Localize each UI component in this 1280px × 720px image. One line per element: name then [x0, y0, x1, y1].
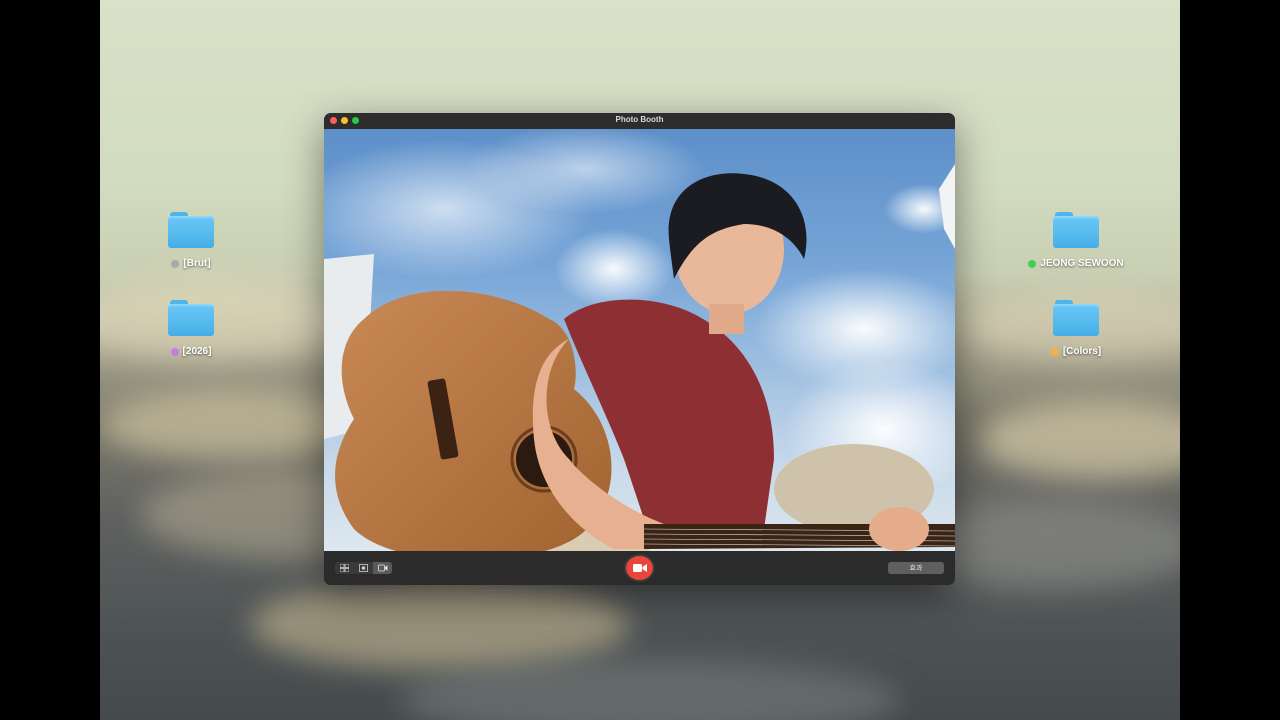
single-photo-icon[interactable] — [354, 562, 373, 574]
record-button[interactable] — [624, 554, 655, 582]
letterbox-left — [0, 0, 100, 720]
effects-button[interactable]: 효과 — [888, 562, 944, 574]
toolbar: 효과 — [324, 551, 955, 585]
video-icon[interactable] — [373, 562, 392, 574]
view-mode-selector — [335, 562, 392, 574]
folder-brut[interactable]: [Brut] — [121, 212, 261, 269]
tag-dot — [171, 259, 180, 268]
folder-2026[interactable]: [2026] — [121, 300, 261, 357]
folder-label: [Colors] — [1062, 346, 1102, 357]
folder-icon — [1053, 212, 1099, 248]
tag-dot — [170, 347, 179, 356]
folder-icon — [168, 300, 214, 336]
grid-view-icon[interactable] — [335, 562, 354, 574]
camera-viewfinder — [324, 129, 955, 551]
folder-colors[interactable]: [Colors] — [1006, 300, 1146, 357]
folder-jeong-sewoon[interactable]: JEONG SEWOON — [1006, 212, 1146, 269]
folder-icon — [1053, 300, 1099, 336]
folder-label: [2026] — [182, 346, 212, 357]
folder-label: [Brut] — [183, 258, 211, 269]
camera-feed-illustration — [324, 129, 955, 551]
folder-label: JEONG SEWOON — [1040, 258, 1124, 269]
tag-dot — [1028, 259, 1037, 268]
video-camera-icon — [632, 564, 647, 572]
tag-dot — [1050, 347, 1059, 356]
photo-booth-window[interactable]: Photo Booth 효과 — [324, 113, 955, 585]
letterbox-right — [1180, 0, 1280, 720]
folder-icon — [168, 212, 214, 248]
title-bar[interactable]: Photo Booth — [324, 113, 955, 130]
window-title: Photo Booth — [615, 115, 664, 124]
